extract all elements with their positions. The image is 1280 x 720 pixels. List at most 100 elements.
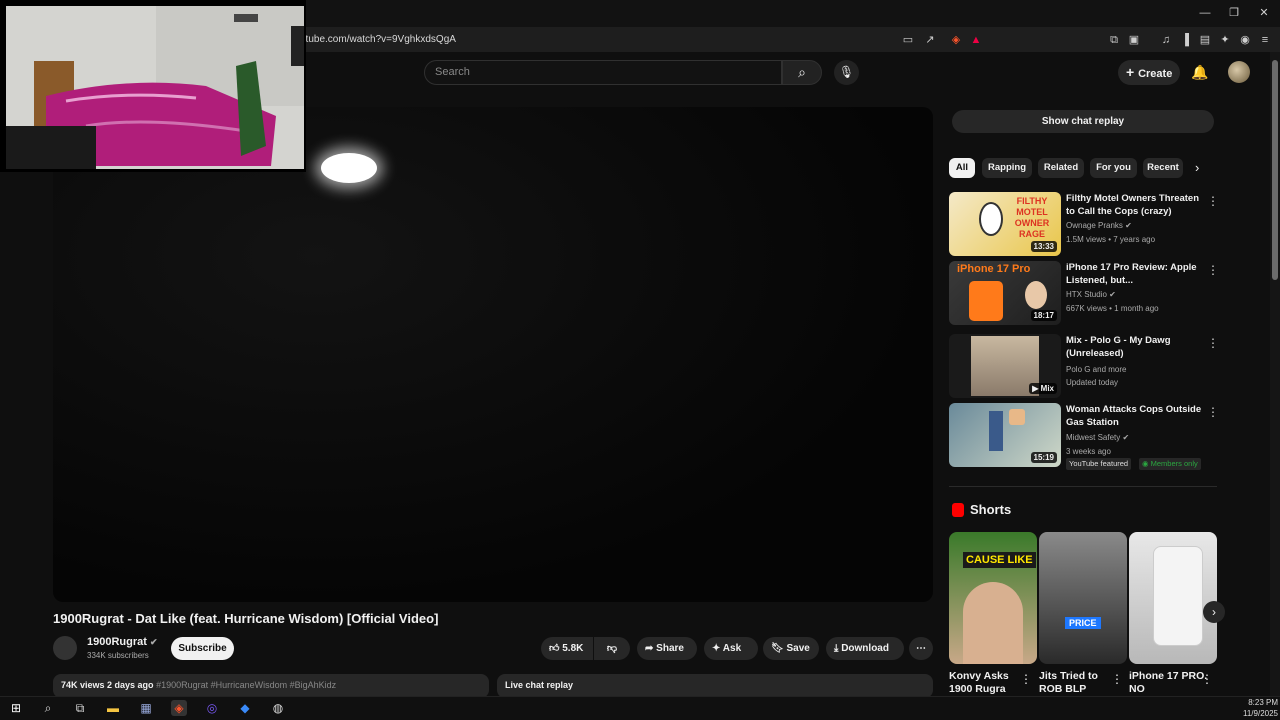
dislike-button[interactable]: 👎︎ xyxy=(594,637,630,660)
hand-image xyxy=(1009,409,1025,425)
kebab-menu-icon[interactable]: ⋮ xyxy=(1201,672,1213,686)
recommendation-card[interactable]: iPhone 17 Pro 18:17 iPhone 17 Pro Review… xyxy=(949,261,1219,325)
channel-name[interactable]: 1900Rugrat ✔ xyxy=(87,636,158,648)
duration-badge: 18:17 xyxy=(1030,310,1057,321)
save-button[interactable]: 🔖︎ Save xyxy=(763,637,819,660)
kebab-menu-icon[interactable]: ⋮ xyxy=(1111,672,1123,686)
download-button[interactable]: ⤓ Download xyxy=(826,637,904,660)
app-icon[interactable]: ◆ xyxy=(237,700,253,716)
short-thumbnail[interactable] xyxy=(1129,532,1217,664)
sparkle-icon: ✦ xyxy=(712,643,723,654)
sidebar-icon[interactable]: ▐ xyxy=(1177,32,1193,48)
search-input[interactable]: Search xyxy=(424,60,782,85)
duration-badge: 15:19 xyxy=(1030,452,1057,463)
address-bar[interactable]: utube.com/watch?v=9VghkxdsQgA xyxy=(300,30,980,50)
recommendation-card[interactable]: ▶ Mix Mix - Polo G - My Dawg (Unreleased… xyxy=(949,334,1219,398)
short-title: Jits Tried to ROB BLP xyxy=(1039,670,1098,695)
system-clock[interactable]: 8:23 PM 11/9/2025 xyxy=(1230,697,1278,719)
vpn-icon[interactable]: ◉ xyxy=(1237,32,1253,48)
account-avatar[interactable] xyxy=(1228,61,1250,83)
short-thumbnail[interactable]: CAUSE LIKE xyxy=(949,532,1037,664)
wallet-icon[interactable]: ▤ xyxy=(1197,32,1213,48)
close-icon[interactable]: ✕ xyxy=(1257,6,1271,20)
video-thumbnail[interactable]: 15:19 xyxy=(949,403,1061,467)
store-icon[interactable]: ▦ xyxy=(138,700,154,716)
search-button[interactable]: ⌕ xyxy=(782,60,822,85)
person-image xyxy=(1025,281,1047,309)
windows-start-icon[interactable]: ⊞ xyxy=(8,700,24,716)
discord-icon[interactable]: ◎ xyxy=(204,700,220,716)
cast-icon[interactable]: ▭ xyxy=(900,32,916,48)
shorts-next-button[interactable]: › xyxy=(1203,601,1225,623)
obs-icon[interactable]: ◍ xyxy=(270,700,286,716)
video-thumbnail[interactable]: iPhone 17 Pro 18:17 xyxy=(949,261,1061,325)
recommendation-meta: 3 weeks ago xyxy=(1066,447,1111,456)
kebab-menu-icon[interactable]: ⋮ xyxy=(1207,194,1219,208)
extensions-icon[interactable]: ⧉ xyxy=(1106,32,1122,48)
short-title: iPhone 17 PRO. NO xyxy=(1129,670,1208,695)
ask-button[interactable]: ✦ Ask xyxy=(704,637,758,660)
create-label: Create xyxy=(1138,68,1173,80)
search-icon[interactable]: ⌕ xyxy=(40,700,56,716)
short-thumbnail[interactable]: PRICE xyxy=(1039,532,1127,664)
notifications-bell-icon[interactable]: 🔔 xyxy=(1190,62,1210,82)
video-thumbnail[interactable]: FILTHY MOTEL OWNER RAGE 13:33 xyxy=(949,192,1061,256)
hashtags[interactable]: #1900Rugrat #HurricaneWisdom #BigAhKidz xyxy=(156,680,336,690)
chip-recent[interactable]: Recent xyxy=(1143,158,1183,178)
phone-image xyxy=(1153,546,1203,646)
menu-icon[interactable]: ≡ xyxy=(1257,32,1273,48)
subscribe-button[interactable]: Subscribe xyxy=(171,637,234,660)
recommendation-meta: 1.5M views • 7 years ago xyxy=(1066,235,1156,244)
playlist-icon: ▶ xyxy=(1032,384,1041,393)
live-chat-replay-header[interactable]: Live chat replay xyxy=(497,674,933,698)
ai-icon[interactable]: ✦ xyxy=(1217,32,1233,48)
show-chat-replay-button[interactable]: Show chat replay xyxy=(952,110,1214,133)
chevron-right-icon[interactable]: › xyxy=(1195,160,1199,175)
search-icon: ⌕ xyxy=(798,64,806,80)
brave-browser-icon[interactable]: ◈ xyxy=(171,700,187,716)
channel-avatar[interactable] xyxy=(53,636,77,660)
brave-shields-icon[interactable]: ◈ xyxy=(948,32,964,48)
create-button[interactable]: + Create xyxy=(1118,60,1180,85)
cartoon-face xyxy=(979,202,1003,236)
video-title: 1900Rugrat - Dat Like (feat. Hurricane W… xyxy=(53,611,439,626)
webcam-scene xyxy=(6,6,304,169)
share-button[interactable]: ➦ Share xyxy=(637,637,697,660)
face-image xyxy=(963,582,1023,664)
featured-badge: YouTube featured xyxy=(1066,458,1132,470)
video-player[interactable] xyxy=(53,107,933,602)
description-box[interactable]: 74K views 2 days ago #1900Rugrat #Hurric… xyxy=(53,674,489,698)
kebab-menu-icon[interactable]: ⋮ xyxy=(1207,263,1219,277)
thumbs-up-icon: 👍︎ xyxy=(549,643,563,654)
kebab-menu-icon[interactable]: ⋮ xyxy=(1207,405,1219,419)
chip-related[interactable]: Related xyxy=(1038,158,1084,178)
scrollbar-thumb[interactable] xyxy=(1272,60,1278,280)
chip-for-you[interactable]: For you xyxy=(1090,158,1137,178)
like-button[interactable]: 👍︎ 5.8K xyxy=(541,637,593,660)
recommendation-channel: Midwest Safety ✔ xyxy=(1066,433,1130,442)
reader-icon[interactable]: ▣ xyxy=(1126,32,1142,48)
task-view-icon[interactable]: ⧉ xyxy=(72,700,88,716)
file-explorer-icon[interactable]: ▬ xyxy=(105,700,121,716)
kebab-menu-icon[interactable]: ⋮ xyxy=(1207,336,1219,350)
shorts-icon xyxy=(952,503,964,517)
short-title: Konvy Asks 1900 Rugra xyxy=(949,670,1009,695)
minimize-icon[interactable]: — xyxy=(1198,6,1212,20)
voice-search-button[interactable]: 🎙 xyxy=(834,60,859,85)
video-thumbnail[interactable]: ▶ Mix xyxy=(949,334,1061,398)
short-overlay-text: PRICE xyxy=(1065,617,1101,629)
recommendation-card[interactable]: FILTHY MOTEL OWNER RAGE 13:33 Filthy Mot… xyxy=(949,192,1219,256)
light-glare xyxy=(321,153,377,183)
more-actions-button[interactable]: ⋯ xyxy=(909,637,933,660)
recommendation-meta: 667K views • 1 month ago xyxy=(1066,304,1159,313)
restore-icon[interactable]: ❐ xyxy=(1227,6,1241,20)
members-icon: ◉ xyxy=(1142,459,1151,468)
bookmark-icon: 🔖︎ xyxy=(771,643,787,654)
share-page-icon[interactable]: ↗ xyxy=(922,32,938,48)
chip-all[interactable]: All xyxy=(949,158,975,178)
download-label: Download xyxy=(841,643,889,654)
kebab-menu-icon[interactable]: ⋮ xyxy=(1020,672,1032,686)
rewards-icon[interactable]: ▲ xyxy=(968,32,984,48)
music-icon[interactable]: ♫ xyxy=(1158,32,1174,48)
chip-rapping[interactable]: Rapping xyxy=(982,158,1032,178)
